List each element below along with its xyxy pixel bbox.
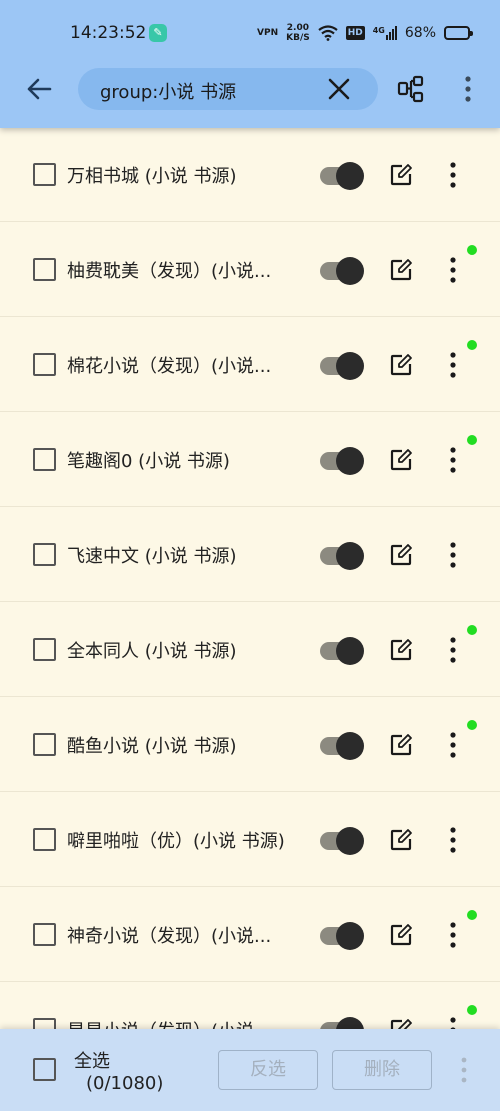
- list-item[interactable]: 噼里啪啦（优）(小说 书源): [0, 792, 500, 887]
- item-more-icon[interactable]: [445, 921, 461, 949]
- status-bar: 14:23:52 ✎ VPN 2.00 KB/S HD 4G 68%: [0, 0, 500, 66]
- source-name: 万相书城 (小说 书源): [67, 166, 237, 187]
- enable-switch[interactable]: [320, 540, 366, 570]
- item-checkbox[interactable]: [33, 923, 56, 946]
- item-checkbox[interactable]: [33, 543, 56, 566]
- item-checkbox[interactable]: [33, 448, 56, 471]
- item-checkbox[interactable]: [33, 353, 56, 376]
- list-item[interactable]: 全本同人 (小说 书源): [0, 602, 500, 697]
- battery-icon: [444, 26, 473, 40]
- list-item[interactable]: 万相书城 (小说 书源): [0, 127, 500, 222]
- enable-switch[interactable]: [320, 920, 366, 950]
- status-time: 14:23:52: [70, 23, 147, 43]
- battery-percent: 68%: [404, 25, 436, 41]
- item-more-icon[interactable]: [445, 541, 461, 569]
- enable-switch[interactable]: [320, 1015, 366, 1029]
- edit-icon[interactable]: [389, 638, 413, 662]
- item-more-icon[interactable]: [445, 256, 461, 284]
- list-item[interactable]: 星星小说（发现）(小说...: [0, 982, 500, 1029]
- network-speed-value: 2.00: [286, 22, 310, 33]
- status-dot: [467, 910, 477, 920]
- edit-icon[interactable]: [389, 543, 413, 567]
- list-item[interactable]: 飞速中文 (小说 书源): [0, 507, 500, 602]
- invert-selection-button[interactable]: 反选: [218, 1050, 318, 1090]
- source-name: 全本同人 (小说 书源): [67, 641, 237, 662]
- enable-switch[interactable]: [320, 825, 366, 855]
- list-item[interactable]: 酷鱼小说 (小说 书源): [0, 697, 500, 792]
- source-list[interactable]: 万相书城 (小说 书源) 柚费耽美（发现）(小说... 棉花小说（发现）(小说...…: [0, 127, 500, 1029]
- edit-icon[interactable]: [389, 163, 413, 187]
- source-name: 噼里啪啦（优）(小说 书源): [67, 831, 285, 852]
- edit-icon[interactable]: [389, 448, 413, 472]
- item-checkbox[interactable]: [33, 258, 56, 281]
- search-query: group:小说 书源: [100, 82, 237, 103]
- item-checkbox[interactable]: [33, 828, 56, 851]
- item-checkbox[interactable]: [33, 638, 56, 661]
- item-more-icon[interactable]: [445, 161, 461, 189]
- edit-icon[interactable]: [389, 258, 413, 282]
- item-checkbox[interactable]: [33, 1018, 56, 1029]
- status-dot: [467, 720, 477, 730]
- search-input[interactable]: group:小说 书源: [78, 68, 378, 110]
- status-dot: [467, 1005, 477, 1015]
- edit-icon[interactable]: [389, 353, 413, 377]
- edit-icon[interactable]: [389, 828, 413, 852]
- network-speed-unit: KB/S: [286, 32, 310, 43]
- network-speed: 2.00 KB/S: [286, 22, 310, 43]
- list-item[interactable]: 柚费耽美（发现）(小说...: [0, 222, 500, 317]
- source-name: 笔趣阁0 (小说 书源): [67, 451, 230, 472]
- enable-switch[interactable]: [320, 350, 366, 380]
- status-icons: VPN 2.00 KB/S HD 4G 68%: [257, 22, 473, 44]
- item-more-icon[interactable]: [445, 636, 461, 664]
- enable-switch[interactable]: [320, 255, 366, 285]
- enable-switch[interactable]: [320, 445, 366, 475]
- source-name: 飞速中文 (小说 书源): [67, 546, 237, 567]
- edit-icon[interactable]: [389, 1018, 413, 1029]
- item-checkbox[interactable]: [33, 163, 56, 186]
- bottom-more-icon[interactable]: [456, 1056, 472, 1084]
- back-arrow-icon: [27, 78, 52, 100]
- status-dot: [467, 435, 477, 445]
- network-type: 4G: [372, 26, 385, 35]
- status-dot: [467, 340, 477, 350]
- item-more-icon[interactable]: [445, 446, 461, 474]
- vpn-icon: VPN: [257, 27, 279, 38]
- source-name: 神奇小说（发现）(小说...: [67, 926, 272, 947]
- status-dot: [467, 625, 477, 635]
- source-name: 棉花小说（发现）(小说...: [67, 356, 272, 377]
- select-all-label[interactable]: 全选: [74, 1047, 110, 1073]
- selection-count: (0/1080): [86, 1073, 164, 1094]
- bottom-action-bar: 全选 (0/1080) 反选 删除: [0, 1029, 500, 1111]
- source-name: 酷鱼小说 (小说 书源): [67, 736, 237, 757]
- signal-icon: 4G: [373, 26, 397, 40]
- app-bar: 14:23:52 ✎ VPN 2.00 KB/S HD 4G 68% group…: [0, 0, 500, 128]
- enable-switch[interactable]: [320, 160, 366, 190]
- edit-icon[interactable]: [389, 923, 413, 947]
- delete-button[interactable]: 删除: [332, 1050, 432, 1090]
- status-dot: [467, 245, 477, 255]
- item-more-icon[interactable]: [445, 1016, 461, 1029]
- list-item[interactable]: 笔趣阁0 (小说 书源): [0, 412, 500, 507]
- enable-switch[interactable]: [320, 635, 366, 665]
- clear-icon[interactable]: [326, 76, 352, 102]
- list-item[interactable]: 神奇小说（发现）(小说...: [0, 887, 500, 982]
- item-checkbox[interactable]: [33, 733, 56, 756]
- edit-icon[interactable]: [389, 733, 413, 757]
- item-more-icon[interactable]: [445, 351, 461, 379]
- item-more-icon[interactable]: [445, 731, 461, 759]
- list-item[interactable]: 棉花小说（发现）(小说...: [0, 317, 500, 412]
- source-name: 柚费耽美（发现）(小说...: [67, 261, 272, 282]
- hd-icon: HD: [345, 26, 365, 40]
- item-more-icon[interactable]: [445, 826, 461, 854]
- more-vert-icon[interactable]: [458, 75, 478, 103]
- source-name: 星星小说（发现）(小说...: [67, 1017, 271, 1029]
- group-icon[interactable]: [397, 75, 425, 103]
- select-all-checkbox[interactable]: [33, 1058, 56, 1081]
- enable-switch[interactable]: [320, 730, 366, 760]
- wifi-icon: [318, 25, 338, 41]
- notification-icon: ✎: [149, 24, 167, 42]
- back-button[interactable]: [22, 72, 56, 106]
